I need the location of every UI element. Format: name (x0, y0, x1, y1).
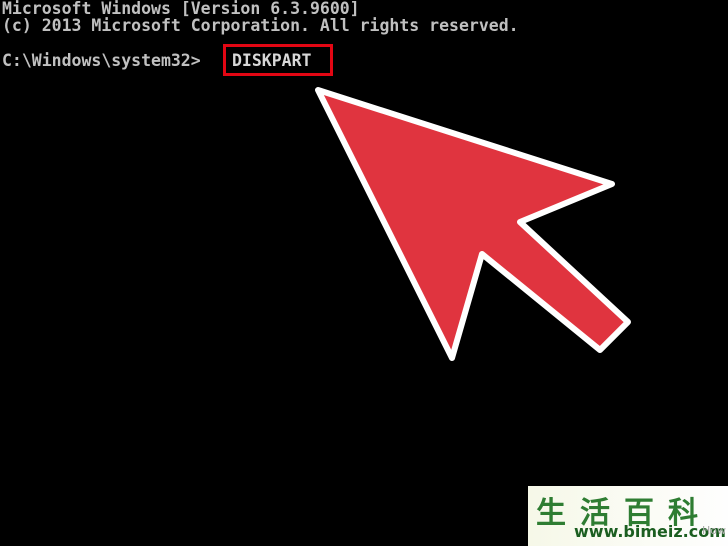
pointer-arrow-icon (310, 82, 636, 366)
watermark: 生活百科 www.bimeiz.com How (528, 486, 728, 546)
watermark-extra: How (702, 524, 726, 537)
